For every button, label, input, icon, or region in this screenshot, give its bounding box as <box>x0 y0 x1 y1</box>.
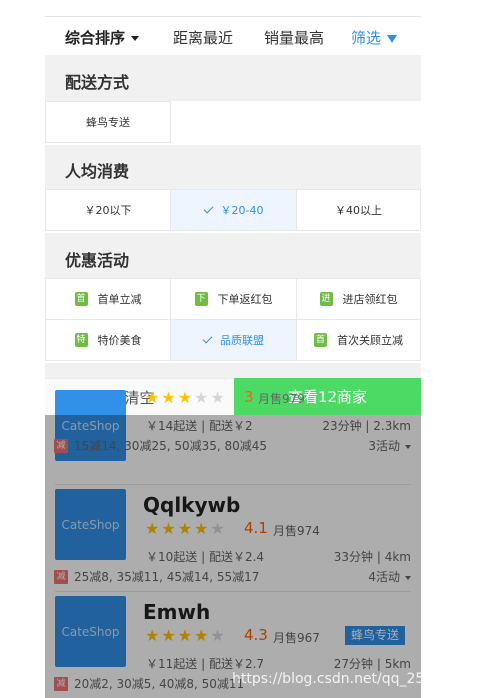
sort-comprehensive-label: 综合排序 <box>65 29 126 47</box>
promo-option-label: 进店领红包 <box>342 293 398 306</box>
watermark: https://blog.csdn.net/qq_25245553 <box>232 671 478 687</box>
funnel-icon <box>387 34 398 43</box>
special-price-icon: 特 <box>74 333 88 347</box>
promo-option-label: 下单返红包 <box>217 293 273 306</box>
delivery-title: 配送方式 <box>65 73 130 92</box>
rating-value: 3 <box>244 388 254 406</box>
promotions-title: 优惠活动 <box>65 251 130 270</box>
filter-label: 筛选 <box>351 29 382 47</box>
promo-option-label: 特价美食 <box>97 334 142 347</box>
promo-option-first-order[interactable]: 首 首单立减 <box>45 278 171 320</box>
store-redpacket-icon: 进 <box>319 292 333 306</box>
promotion-options: 首 首单立减 下 下单返红包 进 进店领红包 特 特价美食 品质联盟 首 首次关… <box>45 278 421 363</box>
sort-comprehensive[interactable]: 综合排序 <box>65 27 140 48</box>
sort-bar: 综合排序 距离最近 销量最高 筛选 <box>45 16 421 55</box>
delivery-option-label: 蜂鸟专送 <box>86 116 130 129</box>
caret-down-icon <box>131 36 140 41</box>
price-option-label: ￥20-40 <box>220 204 264 217</box>
sort-nearest[interactable]: 距离最近 <box>173 27 233 48</box>
price-options: ￥20以下 ￥20-40 ￥40以上 <box>45 189 421 233</box>
sort-top-sales[interactable]: 销量最高 <box>264 27 324 48</box>
promo-option-quality-alliance[interactable]: 品质联盟 <box>170 319 297 361</box>
promo-option-store-redpacket[interactable]: 进 进店领红包 <box>296 278 421 320</box>
shop-filter-app: 综合排序 距离最近 销量最高 筛选 配送方式 蜂鸟专送 人均消费 ￥20以下 ￥… <box>45 16 421 698</box>
promo-option-label: 首次关顾立减 <box>337 334 403 347</box>
first-order-icon: 首 <box>74 292 88 306</box>
order-return-icon: 下 <box>194 292 208 306</box>
delivery-options: 蜂鸟专送 <box>45 101 421 145</box>
check-icon <box>202 333 213 344</box>
price-title: 人均消费 <box>65 162 130 181</box>
promo-option-special-food[interactable]: 特 特价美食 <box>45 319 171 361</box>
dim-overlay[interactable] <box>45 415 421 698</box>
check-icon <box>203 203 213 214</box>
promo-option-label: 品质联盟 <box>220 334 264 347</box>
price-option-20-40[interactable]: ￥20-40 <box>170 189 297 231</box>
promo-option-order-redpacket[interactable]: 下 下单返红包 <box>170 278 297 320</box>
promo-option-label: 首单立减 <box>97 293 142 306</box>
filter-button[interactable]: 筛选 <box>351 27 398 48</box>
rating-stars: ★★★★★ <box>145 388 227 407</box>
monthly-sales: 月售979 <box>258 392 305 406</box>
delivery-option-fengniao[interactable]: 蜂鸟专送 <box>45 101 171 143</box>
price-option-label: ￥40以上 <box>335 204 382 217</box>
promo-option-first-visit[interactable]: 首 首次关顾立减 <box>296 319 421 361</box>
price-option-over-40[interactable]: ￥40以上 <box>296 189 421 231</box>
first-visit-icon: 首 <box>314 333 327 347</box>
price-option-under-20[interactable]: ￥20以下 <box>45 189 171 231</box>
price-option-label: ￥20以下 <box>84 204 132 217</box>
